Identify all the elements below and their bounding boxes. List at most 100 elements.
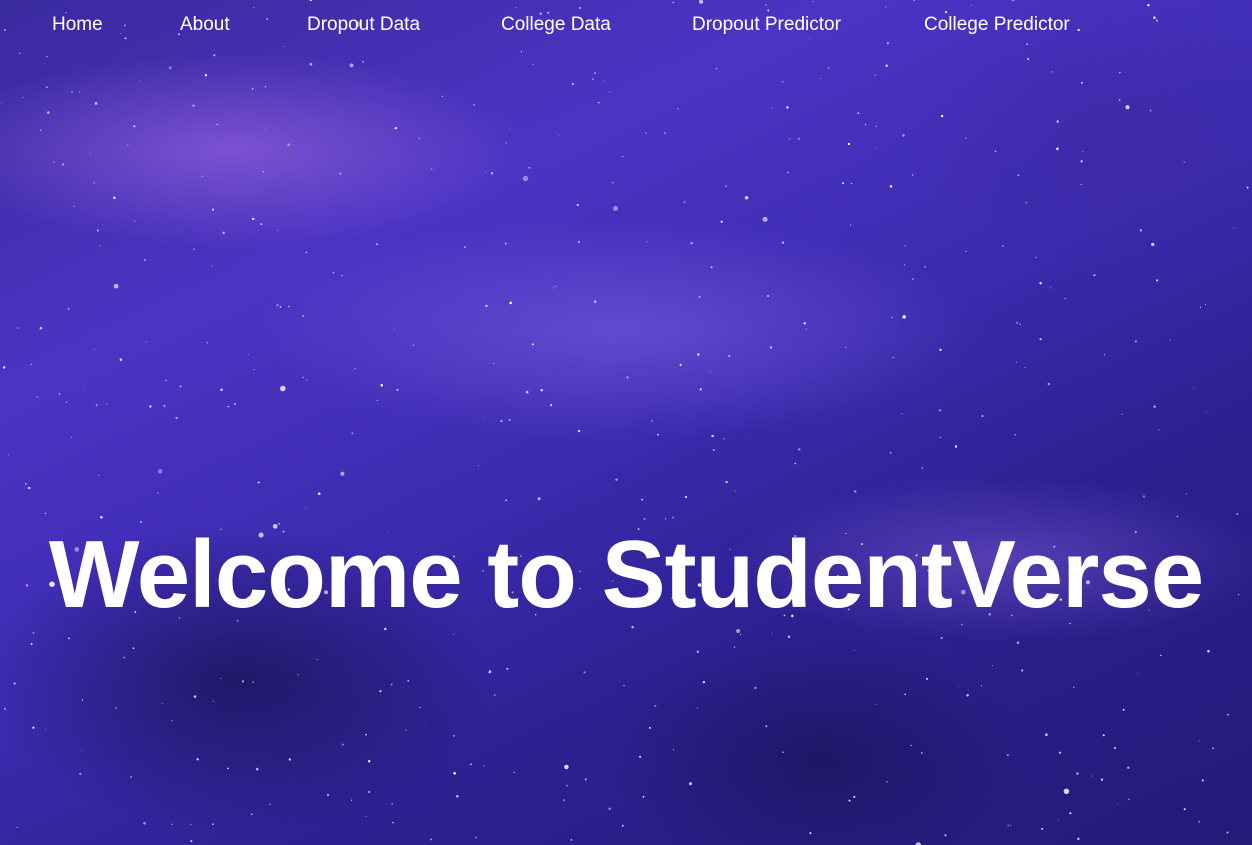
star	[885, 64, 888, 67]
star	[376, 243, 378, 246]
star	[8, 454, 9, 456]
star	[1156, 279, 1159, 282]
star	[1056, 147, 1059, 151]
star	[1017, 174, 1020, 177]
star	[264, 86, 267, 88]
star	[127, 144, 129, 146]
star	[696, 650, 700, 654]
star	[24, 483, 27, 485]
star	[1176, 515, 1179, 518]
star	[679, 364, 682, 366]
nav-link-college-data[interactable]: College Data	[501, 13, 611, 37]
star	[794, 462, 797, 465]
star	[892, 356, 895, 359]
nav-link-dropout-data[interactable]: Dropout Data	[307, 13, 420, 37]
star	[788, 138, 791, 140]
star	[809, 832, 812, 835]
star	[339, 172, 342, 175]
star	[648, 726, 651, 729]
star	[1121, 413, 1123, 415]
nav-link-home[interactable]: Home	[52, 13, 103, 37]
star	[1151, 242, 1155, 247]
star	[196, 758, 199, 761]
star	[252, 681, 254, 683]
star	[875, 703, 877, 705]
star	[864, 123, 867, 126]
star	[251, 813, 253, 815]
star	[1091, 775, 1093, 777]
star	[1127, 766, 1130, 769]
star	[803, 322, 806, 325]
star	[0, 102, 2, 104]
star	[1044, 733, 1048, 737]
star	[18, 52, 21, 54]
star	[562, 799, 566, 802]
star	[901, 413, 903, 415]
star	[895, 327, 897, 328]
star	[4, 708, 6, 710]
star	[566, 784, 568, 787]
star	[115, 707, 117, 709]
nav-link-about[interactable]: About	[180, 13, 230, 37]
star	[453, 772, 456, 775]
star	[765, 725, 768, 728]
star	[608, 807, 612, 811]
star	[805, 328, 808, 330]
star	[341, 746, 343, 747]
star	[904, 693, 906, 696]
star	[193, 248, 195, 250]
star	[966, 694, 969, 697]
star	[179, 385, 182, 388]
star	[782, 241, 784, 244]
star	[287, 143, 290, 146]
star	[73, 205, 75, 207]
star	[656, 433, 659, 436]
star	[981, 414, 984, 418]
star	[1058, 751, 1062, 754]
star	[106, 403, 108, 405]
star	[391, 803, 393, 805]
star	[1134, 340, 1137, 343]
star	[608, 91, 610, 93]
star	[577, 429, 581, 433]
star	[279, 306, 282, 308]
star	[220, 677, 222, 679]
star	[367, 760, 371, 763]
star	[1047, 382, 1051, 386]
star	[220, 388, 223, 392]
star	[1198, 740, 1200, 742]
star	[728, 354, 731, 357]
star	[857, 112, 860, 114]
star	[1207, 649, 1210, 653]
star	[98, 474, 100, 476]
star	[165, 379, 167, 382]
star	[902, 315, 906, 319]
star	[305, 251, 308, 254]
star	[95, 404, 98, 406]
hero-title: Welcome to StudentVerse	[48, 521, 1204, 628]
nav-link-college-predictor[interactable]: College Predictor	[924, 13, 1070, 37]
star	[1015, 362, 1017, 363]
star	[123, 656, 126, 659]
star	[509, 301, 512, 305]
star	[886, 780, 888, 783]
star	[875, 147, 877, 149]
star	[904, 245, 906, 247]
star	[1149, 109, 1152, 112]
star	[673, 749, 675, 751]
star	[1193, 387, 1195, 389]
star	[341, 275, 343, 277]
star	[762, 216, 768, 222]
star	[288, 758, 291, 761]
star	[13, 682, 16, 685]
star	[46, 86, 48, 88]
star	[754, 686, 757, 689]
nav-link-dropout-predictor[interactable]: Dropout Predictor	[692, 13, 841, 37]
star	[848, 799, 851, 802]
star	[1039, 338, 1042, 341]
star	[798, 448, 801, 451]
star	[469, 763, 472, 766]
star	[16, 826, 18, 829]
star	[853, 795, 856, 798]
star	[1093, 274, 1096, 277]
